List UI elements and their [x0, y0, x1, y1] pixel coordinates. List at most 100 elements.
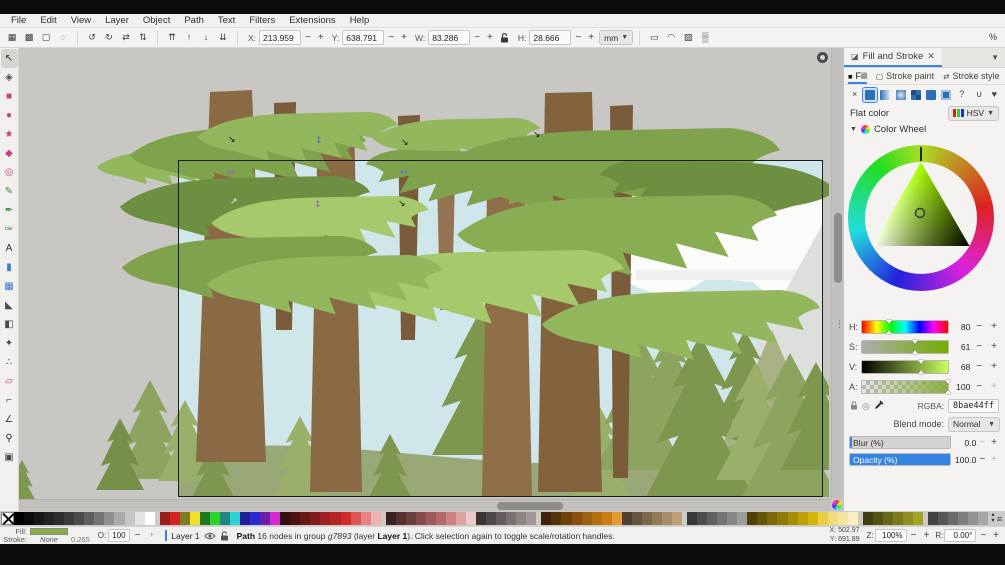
menu-file[interactable]: File — [4, 15, 33, 26]
h-field-decrement[interactable]: − — [572, 32, 584, 43]
palette-swatch[interactable] — [797, 512, 808, 525]
scale-corners-toggle-button[interactable]: ◠ — [663, 30, 679, 46]
paint-linear-gradient[interactable] — [879, 88, 892, 102]
blur-increment-button[interactable]: + — [988, 437, 1000, 448]
selection-touch-button[interactable]: ◌ — [55, 30, 71, 46]
rotation-decrement[interactable]: − — [977, 530, 989, 541]
paint-radial-gradient[interactable] — [894, 88, 907, 102]
hsv-slider-A[interactable] — [861, 380, 952, 394]
rect-tool[interactable]: ■ — [1, 87, 18, 106]
opacity-slider[interactable]: Opacity (%) — [849, 453, 952, 466]
horizontal-scrollbar[interactable] — [19, 499, 831, 511]
palette-swatch[interactable] — [435, 512, 446, 525]
paint-pattern[interactable] — [909, 88, 922, 102]
rgba-value-field[interactable]: 8bae44ff — [948, 399, 999, 413]
paint-unknown[interactable]: ? — [955, 88, 968, 102]
menu-layer[interactable]: Layer — [98, 15, 136, 26]
menu-object[interactable]: Object — [136, 15, 177, 26]
blur-decrement-button[interactable]: − — [976, 437, 988, 448]
box3d-tool[interactable]: ◆ — [1, 144, 18, 163]
palette-swatch[interactable] — [827, 512, 838, 525]
palette-swatch[interactable] — [727, 512, 738, 525]
stroke-value[interactable]: None — [30, 535, 68, 544]
y-field-increment[interactable]: + — [398, 32, 410, 43]
mesh-tool[interactable]: ▦ — [1, 277, 18, 296]
menu-edit[interactable]: Edit — [33, 15, 63, 26]
canvas-snap-popover-button[interactable] — [817, 52, 828, 63]
dock-splitter-handle[interactable]: ⋮ — [835, 320, 843, 329]
snap-toggle-button[interactable]: % — [985, 30, 1001, 46]
object-opacity-field[interactable]: 100 — [108, 529, 130, 542]
color-managed-display-icon[interactable] — [832, 500, 842, 510]
palette-swatch[interactable] — [651, 512, 662, 525]
hsv-decrement-S[interactable]: − — [973, 342, 985, 352]
paint-mesh-gradient[interactable] — [924, 88, 937, 102]
flip-vertical-button[interactable]: ⇅ — [135, 30, 151, 46]
palette-swatch[interactable] — [34, 512, 45, 525]
color-mode-dropdown[interactable]: HSV ▼ — [947, 105, 999, 121]
layer-lock-icon[interactable] — [220, 530, 229, 541]
tab-fill[interactable]: ■ Fill — [848, 68, 867, 84]
dropper-icon[interactable] — [874, 400, 884, 412]
palette-swatch[interactable] — [144, 512, 155, 525]
paint-swatch[interactable] — [940, 88, 953, 102]
palette-swatch[interactable] — [526, 512, 537, 525]
palette-swatch[interactable] — [687, 512, 698, 525]
palette-swatch[interactable] — [260, 512, 271, 525]
blend-mode-dropdown[interactable]: Normal ▼ — [948, 416, 1000, 432]
palette-swatch[interactable] — [456, 512, 467, 525]
palette-swatch[interactable] — [777, 512, 788, 525]
palette-swatch[interactable] — [737, 512, 748, 525]
palette-swatch[interactable] — [250, 512, 261, 525]
select-all-layers-button[interactable]: ▩ — [21, 30, 37, 46]
y-field[interactable]: 638.791 — [342, 30, 385, 45]
pencil-tool[interactable]: ✎ — [1, 182, 18, 201]
palette-swatch[interactable] — [948, 512, 959, 525]
palette-scroll-down-button[interactable]: ▼ — [990, 518, 995, 525]
palette-disc-icon[interactable]: ◎ — [862, 401, 870, 412]
fill-and-stroke-tab[interactable]: ◪ Fill and Stroke ✕ — [844, 48, 942, 67]
palette-swatch[interactable] — [958, 512, 969, 525]
palette-swatch[interactable] — [913, 512, 924, 525]
palette-swatch[interactable] — [551, 512, 562, 525]
palette-swatch[interactable] — [978, 512, 989, 525]
object-opacity-decrement[interactable]: − — [132, 530, 144, 541]
palette-swatch[interactable] — [240, 512, 251, 525]
palette-none-swatch[interactable] — [1, 512, 14, 525]
palette-swatch[interactable] — [189, 512, 200, 525]
close-icon[interactable]: ✕ — [927, 51, 935, 62]
tab-stroke-style[interactable]: ⇄ Stroke style — [943, 68, 999, 84]
rotation-value[interactable]: 0.00° — [948, 531, 973, 540]
hsv-slider-S[interactable] — [861, 340, 950, 354]
hsv-slider-V[interactable] — [861, 360, 950, 374]
palette-swatch[interactable] — [360, 512, 371, 525]
palette-swatch[interactable] — [94, 512, 105, 525]
chevron-down-icon[interactable]: ▼ — [985, 48, 1005, 67]
object-opacity-increment[interactable]: + — [145, 530, 157, 541]
palette-swatch[interactable] — [882, 512, 893, 525]
canvas-artwork[interactable]: ↘ ↕ ↘ ↘ ↔ ↔ ↗ ↕ ↘ — [19, 48, 829, 499]
horizontal-scrollbar-thumb[interactable] — [497, 502, 563, 510]
rotate-cw-button[interactable]: ↻ — [101, 30, 117, 46]
palette-swatch[interactable] — [114, 512, 125, 525]
palette-swatch[interactable] — [581, 512, 592, 525]
palette-swatch[interactable] — [74, 512, 85, 525]
hue-ring[interactable] — [848, 145, 994, 291]
palette-swatch[interactable] — [14, 512, 25, 525]
palette-swatch[interactable] — [938, 512, 949, 525]
fill-rule-nonzero[interactable]: ♥ — [988, 88, 1001, 102]
palette-swatch[interactable] — [370, 512, 381, 525]
zoom-increment[interactable]: + — [920, 530, 932, 541]
hsv-slider-H[interactable] — [861, 320, 950, 334]
palette-swatch[interactable] — [903, 512, 914, 525]
palette-swatch[interactable] — [466, 512, 477, 525]
x-field-increment[interactable]: + — [315, 32, 327, 43]
zoom-decrement[interactable]: − — [908, 530, 920, 541]
palette-swatch[interactable] — [847, 512, 858, 525]
palette-swatch[interactable] — [124, 512, 135, 525]
palette-swatch[interactable] — [506, 512, 517, 525]
palette-swatch[interactable] — [928, 512, 939, 525]
opacity-decrement-button[interactable]: − — [976, 454, 988, 465]
ellipse-tool[interactable]: ● — [1, 106, 18, 125]
select-tool[interactable]: ↖ — [0, 49, 18, 68]
